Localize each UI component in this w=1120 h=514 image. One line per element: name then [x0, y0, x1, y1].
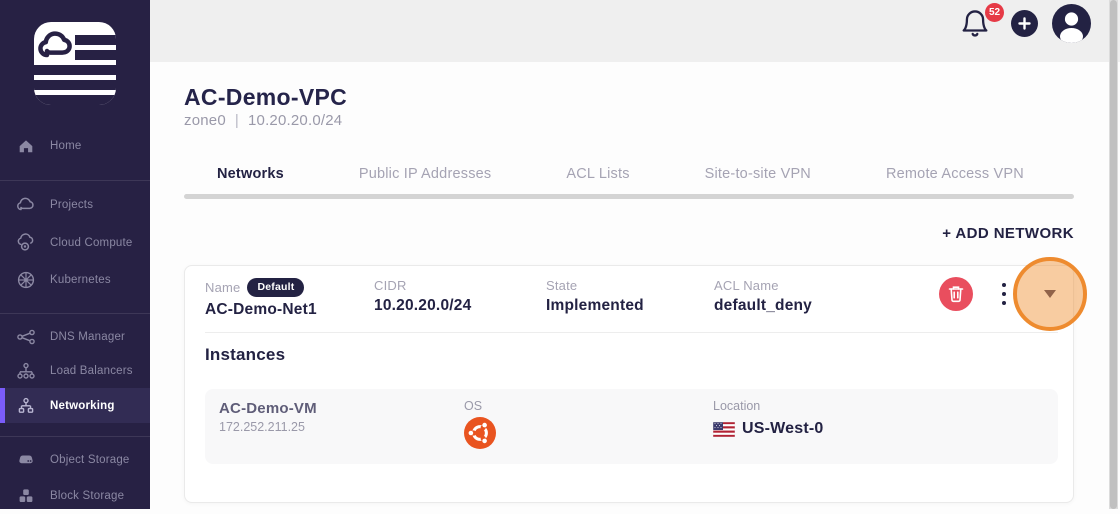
cidr-label: CIDR [374, 278, 407, 293]
chevron-down-icon [1044, 290, 1056, 298]
user-icon [1052, 4, 1091, 43]
tab-networks[interactable]: Networks [217, 166, 284, 188]
instance-row: AC-Demo-VM 172.252.211.25 OS Location [205, 389, 1058, 464]
tab-remote-access-vpn[interactable]: Remote Access VPN [886, 166, 1024, 188]
sidebar-item-label: Projects [50, 199, 93, 211]
state-field: State Implemented [546, 278, 644, 315]
sidebar-item-label: Kubernetes [50, 274, 111, 286]
sidebar-item-cloud-compute[interactable]: Cloud Compute [0, 225, 150, 261]
sidebar-item-networking[interactable]: Networking [0, 388, 150, 423]
location-value: US-West-0 [742, 420, 824, 438]
tab-divider-bar [184, 194, 1074, 199]
expand-network-button[interactable] [1042, 288, 1058, 300]
acl-name-field: ACL Name default_deny [714, 278, 812, 315]
drive-icon [15, 450, 37, 470]
sidebar-item-label: Cloud Compute [50, 237, 133, 249]
kebab-dot [1002, 301, 1006, 305]
home-icon [15, 136, 37, 156]
sidebar-item-label: Networking [50, 400, 115, 412]
sidebar-item-label: DNS Manager [50, 331, 125, 343]
instances-heading: Instances [205, 345, 285, 365]
us-flag-icon [713, 422, 735, 437]
sidebar: Home Projects Cloud Compute Kubernetes D… [0, 0, 150, 509]
sidebar-item-load-balancers[interactable]: Load Balancers [0, 353, 150, 389]
network-name-field: Name Default AC-Demo-Net1 [205, 278, 317, 319]
location-label: Location [713, 399, 824, 413]
card-divider [205, 332, 1058, 333]
default-badge: Default [247, 278, 304, 297]
add-network-button[interactable]: + ADD NETWORK [942, 225, 1074, 242]
cloud-gear-icon [15, 233, 37, 253]
network-options-menu-button[interactable] [998, 283, 1010, 305]
sidebar-item-label: Load Balancers [50, 365, 133, 377]
notification-count-badge: 52 [985, 3, 1004, 22]
sidebar-divider [0, 436, 150, 437]
state-value: Implemented [546, 297, 644, 315]
trash-icon [948, 285, 964, 303]
kubernetes-wheel-icon [15, 270, 37, 290]
create-new-button[interactable] [1011, 10, 1038, 37]
tab-site-to-site-vpn[interactable]: Site-to-site VPN [705, 166, 811, 188]
sidebar-item-dns-manager[interactable]: DNS Manager [0, 319, 150, 355]
load-balancer-icon [15, 361, 37, 381]
zone-label: zone0 [184, 112, 226, 129]
os-label: OS [464, 399, 496, 413]
cloud-flag-logo-icon [34, 22, 116, 105]
acl-name-label: ACL Name [714, 278, 779, 293]
network-name-value: AC-Demo-Net1 [205, 301, 317, 319]
instance-ip: 172.252.211.25 [219, 420, 305, 434]
notifications-button[interactable]: 52 [961, 8, 993, 40]
network-card: Name Default AC-Demo-Net1 CIDR 10.20.20.… [184, 265, 1074, 503]
acl-name-value: default_deny [714, 297, 812, 315]
add-network-container: + ADD NETWORK [184, 225, 1074, 242]
sidebar-item-object-storage[interactable]: Object Storage [0, 442, 150, 478]
sidebar-item-label: Block Storage [50, 490, 124, 502]
dns-nodes-icon [15, 327, 37, 347]
cidr-value: 10.20.20.0/24 [374, 297, 471, 315]
sidebar-item-home[interactable]: Home [0, 128, 150, 164]
app-logo[interactable] [34, 22, 116, 105]
name-label: Name [205, 280, 240, 295]
scrollbar-thumb[interactable] [1110, 0, 1117, 509]
page-subtitle: zone0 | 10.20.20.0/24 [184, 112, 342, 129]
page-title: AC-Demo-VPC [184, 84, 347, 111]
tab-public-ip-addresses[interactable]: Public IP Addresses [359, 166, 492, 188]
tab-bar: Networks Public IP Addresses ACL Lists S… [184, 166, 1074, 188]
subtitle-separator: | [235, 112, 239, 129]
sidebar-divider [0, 180, 150, 181]
vpc-cidr: 10.20.20.0/24 [248, 112, 342, 129]
instance-location-field: Location US-West-0 [713, 399, 824, 438]
networking-icon [15, 396, 37, 416]
sidebar-item-label: Object Storage [50, 454, 130, 466]
ubuntu-logo-icon [464, 417, 496, 449]
delete-network-button[interactable] [939, 277, 973, 311]
sidebar-item-label: Home [50, 140, 81, 152]
user-avatar[interactable] [1052, 4, 1091, 43]
plus-icon [1018, 17, 1031, 30]
kebab-dot [1002, 283, 1006, 287]
sidebar-divider [0, 313, 150, 314]
sidebar-item-projects[interactable]: Projects [0, 187, 150, 223]
cidr-field: CIDR 10.20.20.0/24 [374, 278, 471, 315]
blocks-icon [15, 486, 37, 506]
sidebar-item-kubernetes[interactable]: Kubernetes [0, 262, 150, 298]
vertical-scrollbar[interactable] [1109, 0, 1118, 509]
active-accent-bar [0, 388, 5, 423]
tab-acl-lists[interactable]: ACL Lists [566, 166, 629, 188]
state-label: State [546, 278, 577, 293]
kebab-dot [1002, 292, 1006, 296]
instance-name-link[interactable]: AC-Demo-VM [219, 400, 317, 417]
cloud-icon [15, 195, 37, 215]
instance-os-field: OS [464, 399, 496, 449]
